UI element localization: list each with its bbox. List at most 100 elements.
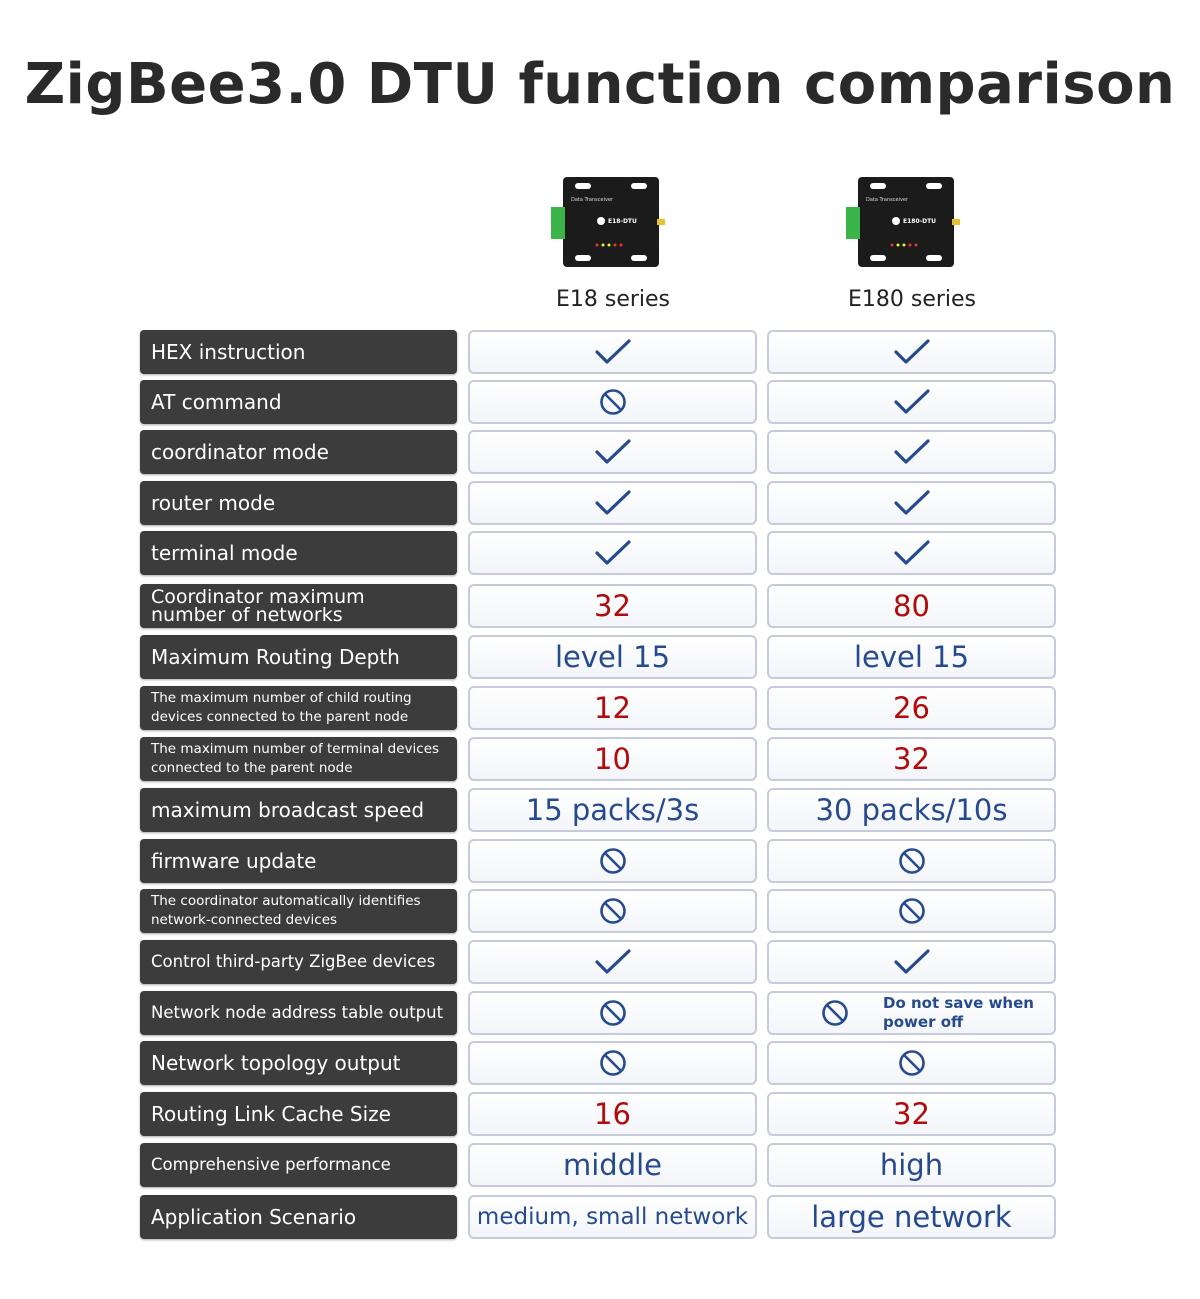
table-row: The coordinator automatically identifies… xyxy=(140,889,1058,933)
feature-label-line: The maximum number of terminal devices xyxy=(151,741,440,757)
numeric-value: 32 xyxy=(594,589,631,623)
table-row: Coordinator maximum number of networks 32 8… xyxy=(140,584,1058,628)
table-row: The maximum number of child routing devic… xyxy=(140,686,1058,730)
e180-value-cell: 32 xyxy=(767,737,1056,781)
feature-label: AT command xyxy=(140,380,457,424)
feature-label-line: The maximum number of child routing xyxy=(151,690,412,706)
e180-value-cell: 30 packs/10s xyxy=(767,788,1056,832)
feature-label: The maximum number of child routing devic… xyxy=(140,686,457,730)
feature-label: Application Scenario xyxy=(140,1195,457,1239)
e180-value-cell: high xyxy=(767,1143,1056,1187)
e18-value-cell xyxy=(468,531,757,575)
table-row: coordinator mode xyxy=(140,430,1058,474)
feature-label: firmware update xyxy=(140,839,457,883)
numeric-value: 10 xyxy=(594,742,631,776)
table-row: Control third-party ZigBee devices xyxy=(140,940,1058,984)
check-icon xyxy=(594,438,632,466)
check-icon xyxy=(893,338,931,366)
table-row: HEX instruction xyxy=(140,330,1058,374)
e180-value-cell xyxy=(767,430,1056,474)
feature-label: coordinator mode xyxy=(140,430,457,474)
feature-label-line: devices connected to the parent node xyxy=(151,709,409,725)
e180-value-cell xyxy=(767,889,1056,933)
e18-value-cell xyxy=(468,991,757,1035)
check-icon xyxy=(594,948,632,976)
table-row: terminal mode xyxy=(140,531,1058,575)
not-supported-icon xyxy=(898,1049,926,1077)
not-supported-icon xyxy=(599,388,627,416)
not-supported-icon xyxy=(821,999,849,1027)
numeric-value: 80 xyxy=(893,589,930,623)
feature-label: router mode xyxy=(140,481,457,525)
e180-value-cell xyxy=(767,940,1056,984)
svg-text:Data Transceiver: Data Transceiver xyxy=(571,197,614,203)
svg-text:E18-DTU: E18-DTU xyxy=(608,218,637,225)
table-row: firmware update xyxy=(140,839,1058,883)
text-value: level 15 xyxy=(853,640,970,674)
table-row: Network node address table output Do not … xyxy=(140,991,1058,1035)
feature-label: Comprehensive performance xyxy=(140,1143,457,1187)
check-icon xyxy=(594,338,632,366)
e180-value-cell: large network xyxy=(767,1195,1056,1239)
e18-series-header: E18 series xyxy=(555,287,671,312)
check-icon xyxy=(893,489,931,517)
table-row: maximum broadcast speed 15 packs/3s 30 pac… xyxy=(140,788,1058,832)
e18-value-cell xyxy=(468,330,757,374)
feature-label-line: The coordinator automatically identifies xyxy=(151,893,421,909)
e18-value-cell: 10 xyxy=(468,737,757,781)
feature-label: Maximum Routing Depth xyxy=(140,635,457,679)
text-value: large network xyxy=(811,1200,1012,1234)
e18-value-cell xyxy=(468,940,757,984)
check-icon xyxy=(594,539,632,567)
e18-value-cell: level 15 xyxy=(468,635,757,679)
feature-label-line: number of networks xyxy=(151,604,343,626)
check-icon xyxy=(893,438,931,466)
e180-value-cell xyxy=(767,531,1056,575)
cell-note: Do not save when power off xyxy=(883,994,1034,1032)
e18-value-cell xyxy=(468,481,757,525)
check-icon xyxy=(893,388,931,416)
e18-value-cell xyxy=(468,380,757,424)
feature-label: HEX instruction xyxy=(140,330,457,374)
feature-label: The coordinator automatically identifies… xyxy=(140,889,457,933)
table-row: Maximum Routing Depth level 15 level 15 xyxy=(140,635,1058,679)
e18-device-image: Data Transceiver E18-DTU xyxy=(545,175,680,270)
table-row: Application Scenario medium, small networ… xyxy=(140,1195,1058,1239)
cell-note-line: Do not save when xyxy=(883,994,1034,1012)
numeric-value: 26 xyxy=(893,691,930,725)
feature-label: The maximum number of terminal devices co… xyxy=(140,737,457,781)
numeric-value: 32 xyxy=(893,1097,930,1131)
cell-note-line: power off xyxy=(883,1013,964,1031)
e18-value-cell: middle xyxy=(468,1143,757,1187)
e180-value-cell: Do not save when power off xyxy=(767,991,1056,1035)
e18-value-cell: 12 xyxy=(468,686,757,730)
e180-value-cell: 32 xyxy=(767,1092,1056,1136)
e180-value-cell: level 15 xyxy=(767,635,1056,679)
svg-text:E180-DTU: E180-DTU xyxy=(903,218,936,225)
feature-label: Coordinator maximum number of networks xyxy=(140,584,457,628)
e180-value-cell xyxy=(767,481,1056,525)
e18-value-cell xyxy=(468,889,757,933)
e180-value-cell xyxy=(767,839,1056,883)
numeric-value: 12 xyxy=(594,691,631,725)
table-row: Routing Link Cache Size 16 32 xyxy=(140,1092,1058,1136)
feature-label: Network node address table output xyxy=(140,991,457,1035)
feature-label: maximum broadcast speed xyxy=(140,788,457,832)
e180-series-header: E180 series xyxy=(847,287,977,312)
text-value: level 15 xyxy=(554,640,671,674)
not-supported-icon xyxy=(599,897,627,925)
table-row: Comprehensive performance middle high xyxy=(140,1143,1058,1187)
not-supported-icon xyxy=(599,1049,627,1077)
e18-value-cell xyxy=(468,430,757,474)
not-supported-icon xyxy=(599,999,627,1027)
table-row: AT command xyxy=(140,380,1058,424)
e180-value-cell: 26 xyxy=(767,686,1056,730)
not-supported-icon xyxy=(599,847,627,875)
check-icon xyxy=(893,539,931,567)
text-value: 30 packs/10s xyxy=(815,793,1008,827)
e180-device-image: Data Transceiver E180-DTU xyxy=(840,175,975,270)
feature-label-line: connected to the parent node xyxy=(151,760,353,776)
feature-label: Network topology output xyxy=(140,1041,457,1085)
e18-value-cell xyxy=(468,1041,757,1085)
e180-value-cell xyxy=(767,330,1056,374)
